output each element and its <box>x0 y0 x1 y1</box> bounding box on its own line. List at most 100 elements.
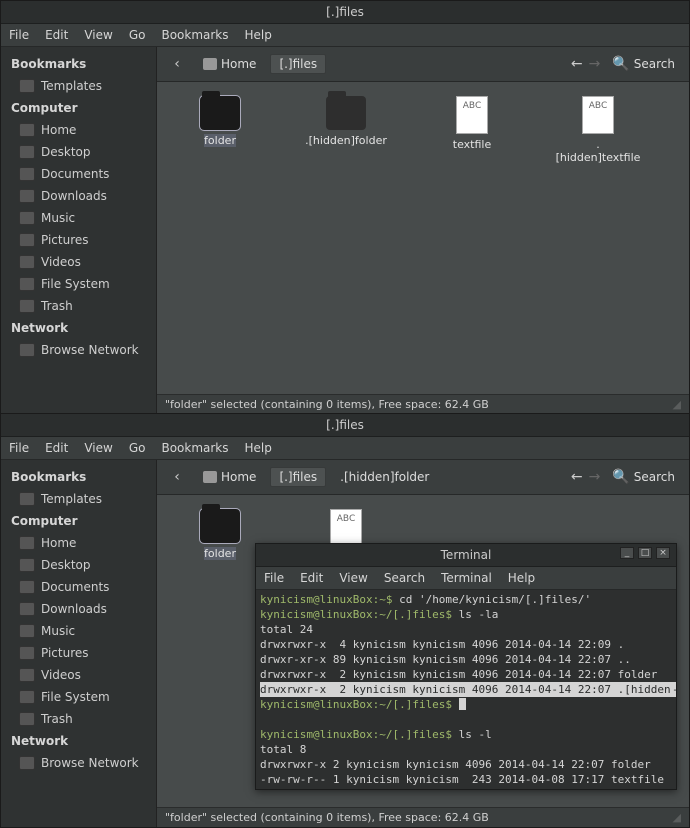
breadcrumb-home[interactable]: Home <box>195 468 264 486</box>
trash-icon <box>19 299 35 313</box>
breadcrumb-files[interactable]: [.]files <box>270 54 326 74</box>
sidebar-item-downloads[interactable]: Downloads <box>5 185 152 207</box>
content-pane: ‹ Home [.]files ← → 🔍Search folder .[hid… <box>157 47 689 414</box>
menu-bookmarks[interactable]: Bookmarks <box>161 28 228 42</box>
resize-grip-icon[interactable]: ◢ <box>673 811 681 824</box>
sidebar-item-label: Documents <box>41 167 109 181</box>
search-button[interactable]: 🔍Search <box>606 54 681 74</box>
breadcrumb-hidden-folder[interactable]: .[hidden]folder <box>332 468 437 486</box>
menu-search[interactable]: Search <box>384 571 425 585</box>
terminal-menubar: File Edit View Search Terminal Help <box>256 567 676 590</box>
terminal-output[interactable]: kynicism@linuxBox:~$ cd '/home/kynicism/… <box>256 590 676 788</box>
home-icon <box>203 58 217 70</box>
menu-terminal[interactable]: Terminal <box>441 571 492 585</box>
nav-prev-icon[interactable]: ← <box>571 56 583 72</box>
sidebar-heading-computer: Computer <box>5 97 152 119</box>
sidebar-item-music[interactable]: Music <box>5 207 152 229</box>
file-item-hidden-folder[interactable]: .[hidden]folder <box>303 96 389 147</box>
icon-view[interactable]: folder .[hidden]folder ABC textfile ABC … <box>157 82 689 394</box>
chevron-left-icon: ‹ <box>174 56 180 72</box>
sidebar-item-downloads[interactable]: Downloads <box>5 598 152 620</box>
menu-go[interactable]: Go <box>129 28 146 42</box>
menu-edit[interactable]: Edit <box>300 571 323 585</box>
resize-grip-icon[interactable]: ◢ <box>673 398 681 411</box>
sidebar-item-videos[interactable]: Videos <box>5 664 152 686</box>
sidebar-item-trash[interactable]: Trash <box>5 708 152 730</box>
sidebar-item-videos[interactable]: Videos <box>5 251 152 273</box>
menu-help[interactable]: Help <box>245 28 272 42</box>
folder-icon <box>19 79 35 93</box>
sidebar: Bookmarks Templates Computer Home Deskto… <box>1 47 157 414</box>
filesystem-icon <box>19 690 35 704</box>
menu-edit[interactable]: Edit <box>45 28 68 42</box>
sidebar-item-browse-network[interactable]: Browse Network <box>5 339 152 361</box>
sidebar-item-home[interactable]: Home <box>5 532 152 554</box>
home-icon <box>19 123 35 137</box>
sidebar-item-label: File System <box>41 690 110 704</box>
menu-go[interactable]: Go <box>129 441 146 455</box>
back-button[interactable]: ‹ <box>165 466 189 488</box>
menu-file[interactable]: File <box>9 441 29 455</box>
minimize-button[interactable]: _ <box>620 547 634 559</box>
sidebar-item-pictures[interactable]: Pictures <box>5 642 152 664</box>
menu-bookmarks[interactable]: Bookmarks <box>161 441 228 455</box>
breadcrumb-home[interactable]: Home <box>195 55 264 73</box>
sidebar-item-desktop[interactable]: Desktop <box>5 554 152 576</box>
file-item-textfile[interactable]: ABC textfile <box>429 96 515 151</box>
sidebar-item-label: Videos <box>41 668 81 682</box>
menu-view[interactable]: View <box>84 28 112 42</box>
file-item-folder[interactable]: folder <box>177 96 263 147</box>
textfile-icon: ABC <box>582 96 614 134</box>
textfile-icon: ABC <box>456 96 488 134</box>
menu-file[interactable]: File <box>9 28 29 42</box>
file-label: folder <box>204 134 236 147</box>
sidebar-item-desktop[interactable]: Desktop <box>5 141 152 163</box>
sidebar-item-documents[interactable]: Documents <box>5 576 152 598</box>
sidebar-item-pictures[interactable]: Pictures <box>5 229 152 251</box>
file-label: textfile <box>453 138 491 151</box>
music-icon <box>19 211 35 225</box>
maximize-button[interactable]: □ <box>638 547 652 559</box>
sidebar-item-browse-network[interactable]: Browse Network <box>5 752 152 774</box>
menu-view[interactable]: View <box>339 571 367 585</box>
sidebar-item-documents[interactable]: Documents <box>5 163 152 185</box>
back-button[interactable]: ‹ <box>165 53 189 75</box>
menu-help[interactable]: Help <box>508 571 535 585</box>
videos-icon <box>19 668 35 682</box>
status-text: "folder" selected (containing 0 items), … <box>165 398 489 411</box>
nav-next-icon[interactable]: → <box>589 56 601 72</box>
window-title: Terminal <box>441 548 492 562</box>
file-item-hidden-textfile[interactable]: ABC .[hidden]textfile <box>555 96 641 164</box>
sidebar-item-home[interactable]: Home <box>5 119 152 141</box>
cursor-icon <box>459 698 466 710</box>
menu-view[interactable]: View <box>84 441 112 455</box>
menu-edit[interactable]: Edit <box>45 441 68 455</box>
sidebar-item-templates[interactable]: Templates <box>5 75 152 97</box>
nav-prev-icon[interactable]: ← <box>571 469 583 485</box>
statusbar: "folder" selected (containing 0 items), … <box>157 807 689 827</box>
sidebar-item-filesystem[interactable]: File System <box>5 686 152 708</box>
sidebar-item-filesystem[interactable]: File System <box>5 273 152 295</box>
pictures-icon <box>19 233 35 247</box>
sidebar-item-label: Desktop <box>41 558 91 572</box>
sidebar-item-music[interactable]: Music <box>5 620 152 642</box>
sidebar-item-templates[interactable]: Templates <box>5 488 152 510</box>
close-button[interactable]: × <box>656 547 670 559</box>
titlebar[interactable]: Terminal _ □ × <box>256 544 676 567</box>
breadcrumb-label: Home <box>221 470 256 484</box>
menu-file[interactable]: File <box>264 571 284 585</box>
network-icon <box>19 756 35 770</box>
sidebar-heading-bookmarks: Bookmarks <box>5 466 152 488</box>
menu-help[interactable]: Help <box>245 441 272 455</box>
titlebar[interactable]: [.]files <box>1 1 689 24</box>
sidebar-item-label: File System <box>41 277 110 291</box>
sidebar-item-trash[interactable]: Trash <box>5 295 152 317</box>
chevron-left-icon: ‹ <box>174 469 180 485</box>
nav-next-icon[interactable]: → <box>589 469 601 485</box>
textfile-icon: ABC <box>330 509 362 547</box>
file-item-folder[interactable]: folder <box>177 509 263 560</box>
breadcrumb-files[interactable]: [.]files <box>270 467 326 487</box>
search-button[interactable]: 🔍Search <box>606 467 681 487</box>
file-label: .[hidden]folder <box>305 134 387 147</box>
titlebar[interactable]: [.]files <box>1 414 689 437</box>
